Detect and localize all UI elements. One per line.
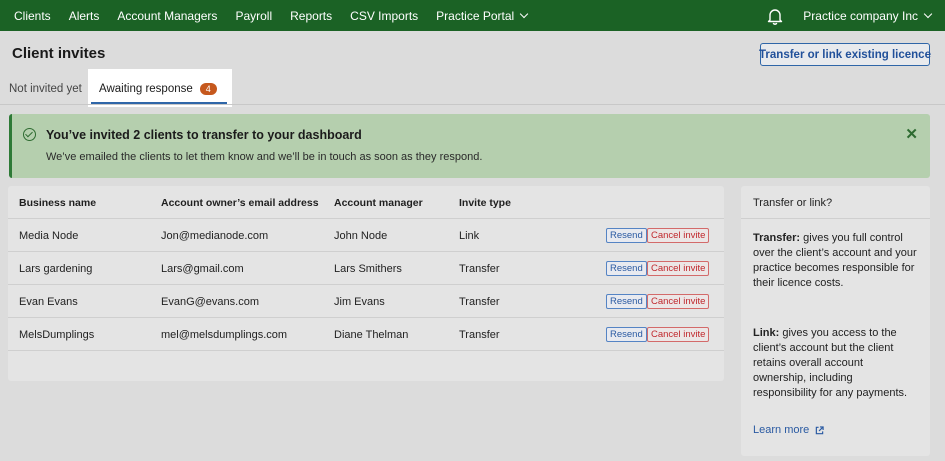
account-manager: Jim Evans: [334, 296, 385, 308]
owner-email: Lars@gmail.com: [161, 263, 244, 275]
transfer-term: Transfer:: [753, 232, 801, 244]
top-nav: Clients Alerts Account Managers Payroll …: [0, 0, 945, 31]
banner-title: You’ve invited 2 clients to transfer to …: [46, 128, 362, 142]
bell-icon[interactable]: [767, 7, 783, 25]
nav-right: Practice company Inc: [767, 7, 945, 25]
resend-button[interactable]: Resend: [606, 261, 647, 276]
invite-type: Link: [459, 230, 480, 242]
count-badge: 4: [199, 83, 217, 95]
account-manager: Lars Smithers: [334, 263, 402, 275]
nav-alerts[interactable]: Alerts: [55, 9, 100, 23]
page-title: Client invites: [12, 45, 106, 62]
cancel-invite-button[interactable]: Cancel invite: [647, 261, 710, 276]
learn-more-link[interactable]: Learn more: [753, 424, 824, 436]
link-explanation: Link: gives you access to the client’s a…: [753, 326, 918, 401]
cancel-invite-button[interactable]: Cancel invite: [647, 294, 710, 309]
learn-more-label: Learn more: [753, 424, 810, 436]
tab-not-invited-yet[interactable]: Not invited yet: [9, 83, 82, 95]
owner-email: Jon@medianode.com: [161, 230, 269, 242]
company-menu[interactable]: Practice company Inc: [803, 8, 933, 23]
table-header: Business name Account owner’s email addr…: [8, 186, 724, 219]
check-circle-icon: [23, 128, 36, 141]
nav-payroll[interactable]: Payroll: [221, 9, 272, 23]
business-name: Evan Evans: [19, 296, 78, 308]
link-term: Link:: [753, 327, 780, 339]
nav-account-managers[interactable]: Account Managers: [103, 9, 217, 23]
tab-awaiting-response-label: Awaiting response: [99, 83, 193, 95]
table-row: MelsDumplings mel@melsdumplings.com Dian…: [8, 318, 724, 351]
resend-button[interactable]: Resend: [606, 228, 647, 243]
tab-divider: [0, 104, 945, 105]
account-manager: John Node: [334, 230, 388, 242]
cancel-invite-button[interactable]: Cancel invite: [647, 228, 710, 243]
panel-title: Transfer or link?: [741, 186, 930, 219]
account-manager: Diane Thelman: [334, 329, 409, 341]
column-header: Invite type: [459, 197, 511, 209]
business-name: MelsDumplings: [19, 329, 95, 341]
chevron-down-icon: [519, 9, 529, 18]
business-name: Media Node: [19, 230, 79, 242]
column-header: Account manager: [334, 197, 423, 209]
resend-button[interactable]: Resend: [606, 327, 647, 342]
nav-practice-portal[interactable]: Practice Portal: [422, 8, 529, 23]
company-label: Practice company Inc: [803, 8, 918, 23]
chevron-down-icon: [923, 9, 933, 18]
business-name: Lars gardening: [19, 263, 93, 275]
invite-type: Transfer: [459, 329, 500, 341]
external-link-icon: [816, 425, 824, 434]
owner-email: mel@melsdumplings.com: [161, 329, 288, 341]
transfer-licence-button[interactable]: Transfer or link existing licence: [759, 43, 931, 66]
invite-type: Transfer: [459, 263, 500, 275]
tab-awaiting-response[interactable]: Awaiting response 4: [88, 69, 232, 107]
nav-practice-portal-label: Practice Portal: [436, 8, 515, 23]
close-icon[interactable]: ✕: [905, 127, 918, 142]
nav-reports[interactable]: Reports: [276, 9, 332, 23]
table-row: Evan Evans EvanG@evans.com Jim Evans Tra…: [8, 285, 724, 318]
banner-text: We’ve emailed the clients to let them kn…: [46, 151, 483, 163]
column-header: Business name: [19, 197, 97, 209]
nav-clients[interactable]: Clients: [0, 9, 51, 23]
invite-type: Transfer: [459, 296, 500, 308]
invites-table: Business name Account owner’s email addr…: [8, 186, 724, 381]
resend-button[interactable]: Resend: [606, 294, 647, 309]
transfer-explanation: Transfer: gives you full control over th…: [753, 231, 918, 291]
transfer-or-link-panel: Transfer or link? Transfer: gives you fu…: [741, 186, 930, 456]
cancel-invite-button[interactable]: Cancel invite: [647, 327, 710, 342]
column-header: Account owner’s email address: [161, 197, 319, 209]
owner-email: EvanG@evans.com: [161, 296, 259, 308]
table-row: Lars gardening Lars@gmail.com Lars Smith…: [8, 252, 724, 285]
table-row: Media Node Jon@medianode.com John Node L…: [8, 219, 724, 252]
nav-csv-imports[interactable]: CSV Imports: [336, 9, 418, 23]
success-banner: You’ve invited 2 clients to transfer to …: [9, 114, 930, 178]
